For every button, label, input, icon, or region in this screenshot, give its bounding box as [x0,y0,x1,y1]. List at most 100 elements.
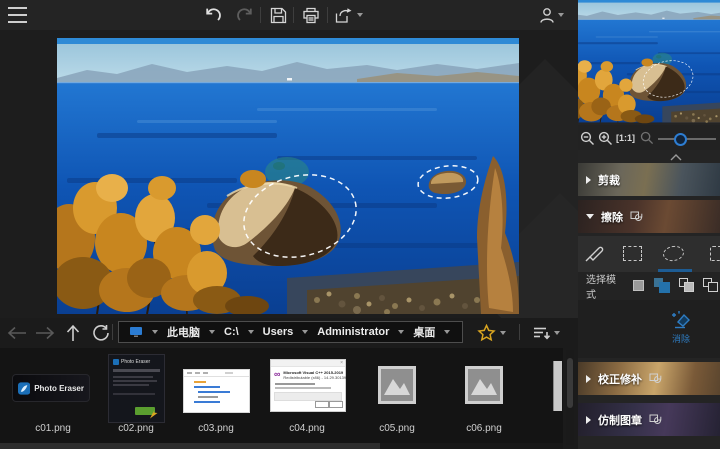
chevron-down-icon[interactable] [398,330,404,334]
zoom-fit-button[interactable] [640,131,654,145]
sort-list-icon [533,326,551,340]
file-thumbnail-c04[interactable]: × ∞ Microsoft Visual C++ 2015-2019 Redis… [270,359,346,412]
export-arrow-icon [333,7,354,24]
redo-button[interactable] [233,4,257,26]
polygon-tool-button[interactable] [710,246,720,261]
printer-icon [302,7,320,24]
dialog-title-line2: Redistributable (x86) - 14.29.30139 [283,375,346,380]
file-thumbnail-c05[interactable] [378,366,416,404]
installer-text-line [113,380,157,382]
vertical-scrollbar-thumb[interactable] [567,358,573,408]
thumb-toolbar-mark [225,372,233,374]
zoom-in-button[interactable] [598,131,613,146]
back-button[interactable] [6,322,28,344]
image-placeholder-icon [465,366,503,404]
subtract-selection-icon-front [684,282,694,292]
zoom-out-button[interactable] [580,131,595,146]
thumbnail-logo-title: Photo Eraser [34,384,84,393]
erase-apply-button[interactable]: 消除 [662,310,700,345]
zoom-slider-handle[interactable] [674,133,687,146]
save-button[interactable] [266,4,290,26]
panel-header-clone[interactable]: 仿制图章 [578,403,720,436]
account-button[interactable] [536,4,566,26]
zoom-slider-track[interactable] [658,138,716,140]
zoom-1to1-button[interactable]: [1:1] [616,133,635,143]
undo-button[interactable] [201,4,225,26]
file-thumbnail-c06[interactable] [465,366,503,404]
file-thumbnail-partial[interactable] [553,361,562,411]
selection-mode-new-button[interactable] [633,278,646,294]
dialog-text-line [275,383,315,385]
chevron-up-icon[interactable] [670,154,682,161]
file-thumbnail-c01[interactable]: Photo Eraser [12,374,90,402]
breadcrumb-item-this-pc[interactable]: 此电脑 [167,324,200,340]
file-thumbnail-c03[interactable] [183,369,250,413]
lasso-icon [662,244,685,262]
chevron-down-icon[interactable] [152,330,158,334]
new-selection-icon [633,280,644,291]
add-selection-icon-front [659,282,670,293]
panel-header-correction[interactable]: 校正修补 [578,362,720,395]
breadcrumb-item-users[interactable]: Users [263,326,294,338]
chevron-down-icon[interactable] [302,330,308,334]
reset-panel-icon[interactable] [649,373,662,385]
rect-marquee-icon [623,246,642,261]
panel-header-crop[interactable]: 剪裁 [578,163,720,196]
chevron-down-icon[interactable] [248,330,254,334]
toolbar-separator [327,7,328,23]
erase-action-area: 消除 [578,300,720,358]
chevron-down-icon[interactable] [444,330,450,334]
panel-label-erase: 擦除 [601,209,623,225]
refresh-icon [92,324,110,342]
thumb-toolbar-mark [195,372,200,374]
file-name-label: c06.png [448,423,520,434]
panel-label-clone: 仿制图章 [598,412,642,428]
file-name-label: c03.png [180,423,252,434]
collapsed-arrow-icon [586,375,591,383]
reset-panel-icon[interactable] [649,414,662,426]
thumb-text-line [198,391,230,393]
horizontal-scrollbar-thumb[interactable] [0,443,380,449]
visual-studio-logo-icon: ∞ [274,370,280,380]
favorites-button[interactable] [474,322,508,344]
file-name-label: c01.png [10,423,96,434]
reset-panel-icon[interactable] [630,211,643,223]
breadcrumb-item-administrator[interactable]: Administrator [317,326,389,338]
horizontal-scrollbar[interactable] [0,443,563,449]
thumb-toolbar-mark [203,372,208,374]
breadcrumb: 此电脑 C:\ Users Administrator 桌面 [118,321,463,343]
panel-label-correction: 校正修补 [598,371,642,387]
panel-header-erase[interactable]: 擦除 [578,200,720,233]
selection-mode-subtract-button[interactable] [679,278,696,294]
installer-text-line [113,384,149,386]
thumb-toolbar-mark [187,372,192,374]
chevron-down-icon [357,13,363,17]
star-icon [477,324,496,342]
view-sort-button[interactable] [528,322,564,344]
selection-mode-label: 选择模式 [586,272,625,300]
arrow-right-icon [35,326,55,340]
right-sidebar: [1:1] 剪裁 擦除 [578,0,720,449]
photo-canvas[interactable] [57,38,519,314]
breadcrumb-item-c-drive[interactable]: C:\ [224,326,239,338]
print-button[interactable] [299,4,323,26]
computer-icon[interactable] [129,326,143,338]
photo-eraser-app: 此电脑 C:\ Users Administrator 桌面 [0,0,720,449]
file-thumbnail-c02[interactable]: Photo Eraser [108,354,165,423]
refresh-button[interactable] [90,322,112,344]
lasso-tool-button[interactable] [663,246,684,261]
navigator-thumbnail[interactable] [578,0,720,126]
breadcrumb-item-desktop[interactable]: 桌面 [413,324,435,340]
rect-marquee-tool-button[interactable] [623,246,642,261]
selection-mode-add-button[interactable] [654,278,671,294]
installer-progress-bar [113,369,160,372]
forward-button[interactable] [34,322,56,344]
share-button[interactable] [333,4,363,26]
hamburger-menu-icon[interactable] [5,4,29,26]
vertical-scrollbar[interactable] [566,350,574,445]
arrow-left-icon [7,326,27,340]
marker-tool-button[interactable] [584,244,606,263]
up-button[interactable] [62,322,84,344]
selection-mode-intersect-button[interactable] [703,278,720,294]
chevron-down-icon[interactable] [209,330,215,334]
